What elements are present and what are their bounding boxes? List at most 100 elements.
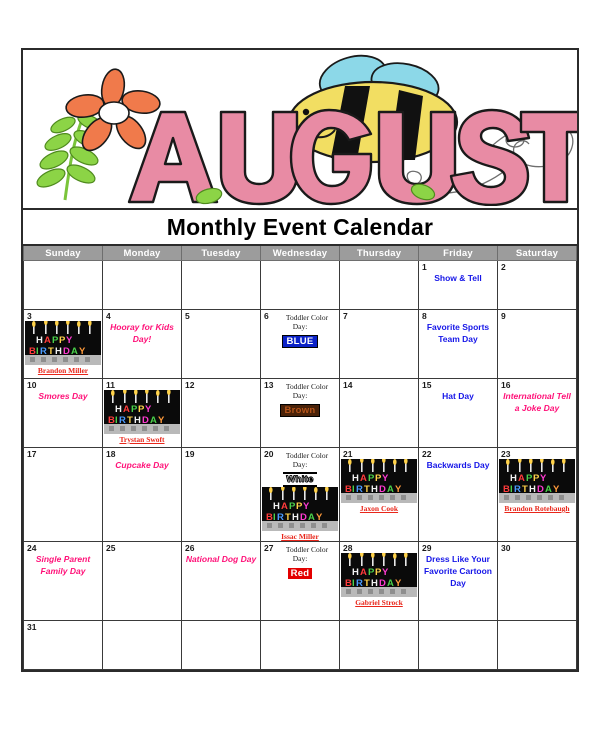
day-content bbox=[498, 310, 576, 378]
day-content bbox=[261, 621, 339, 669]
day-content bbox=[103, 621, 181, 669]
calendar-day-cell[interactable]: 2 bbox=[497, 260, 577, 310]
day-number: 12 bbox=[185, 380, 195, 390]
birthday-cake-icon: H A P P Y B I R T H D A Y bbox=[341, 553, 417, 597]
svg-text:A: A bbox=[360, 473, 367, 484]
calendar-day-cell[interactable]: 30 bbox=[497, 541, 577, 621]
svg-text:P: P bbox=[375, 567, 382, 578]
calendar-day-cell[interactable]: 1 Show & Tell bbox=[418, 260, 498, 310]
day-number: 23 bbox=[501, 449, 511, 459]
calendar-day-cell[interactable]: 11 H A P P Y B I R T H D A Y Trystan Swo… bbox=[102, 378, 182, 448]
svg-text:P: P bbox=[533, 473, 540, 484]
svg-text:P: P bbox=[375, 473, 382, 484]
svg-text:H: H bbox=[273, 501, 280, 512]
calendar-empty-cell bbox=[102, 620, 182, 670]
weekday-header-wednesday: Wednesday bbox=[260, 246, 340, 261]
weekday-header-thursday: Thursday bbox=[339, 246, 419, 261]
calendar-day-cell[interactable]: 15 Hat Day bbox=[418, 378, 498, 448]
svg-text:P: P bbox=[289, 501, 296, 512]
calendar-day-cell[interactable]: 7 bbox=[339, 309, 419, 379]
calendar-container: Monthly Event Calendar Sunday Monday Tue… bbox=[21, 48, 579, 672]
event-label: Favorite Sports Team Day bbox=[426, 322, 490, 344]
calendar-day-cell[interactable]: 8 Favorite Sports Team Day bbox=[418, 309, 498, 379]
svg-text:H: H bbox=[115, 404, 122, 415]
day-number: 25 bbox=[106, 543, 116, 553]
day-number: 26 bbox=[185, 543, 195, 553]
calendar-day-cell[interactable]: 20 Toddler Color Day: White H A P P Y B … bbox=[260, 447, 340, 542]
birthday-entry: H A P P Y B I R T H D A Y Trystan Swoft bbox=[104, 390, 180, 444]
event-label: International Tell a Joke Day bbox=[503, 391, 571, 413]
calendar-day-cell[interactable]: 27 Toddler Color Day: Red bbox=[260, 541, 340, 621]
calendar-day-cell[interactable]: 21 H A P P Y B I R T H D A Y Jaxon Cook bbox=[339, 447, 419, 542]
svg-text:P: P bbox=[52, 335, 59, 346]
calendar-day-cell[interactable]: 17 bbox=[23, 447, 103, 542]
calendar-day-cell[interactable]: 22 Backwards Day bbox=[418, 447, 498, 542]
calendar-day-cell[interactable]: 4 Hooray for Kids Day! bbox=[102, 309, 182, 379]
calendar-empty-cell bbox=[181, 620, 261, 670]
calendar-day-cell[interactable]: 26 National Dog Day bbox=[181, 541, 261, 621]
day-number: 18 bbox=[106, 449, 116, 459]
day-content: H A P P Y B I R T H D A Y Brandon Miller bbox=[24, 310, 102, 378]
calendar-day-cell[interactable]: 31 bbox=[23, 620, 103, 670]
svg-text:P: P bbox=[296, 501, 303, 512]
svg-text:A: A bbox=[281, 501, 288, 512]
calendar-empty-cell bbox=[102, 260, 182, 310]
birthday-entry: H A P P Y B I R T H D A Y Brandon Miller bbox=[25, 321, 101, 375]
svg-text:P: P bbox=[59, 335, 66, 346]
svg-text:H: H bbox=[36, 335, 43, 346]
calendar-title: Monthly Event Calendar bbox=[23, 210, 577, 246]
calendar-day-cell[interactable]: 3 H A P P Y B I R T H D A Y Brandon Mill… bbox=[23, 309, 103, 379]
calendar-day-cell[interactable]: 14 bbox=[339, 378, 419, 448]
day-number: 2 bbox=[501, 262, 506, 272]
day-number: 15 bbox=[422, 380, 432, 390]
day-content: Single Parent Family Day bbox=[24, 542, 102, 620]
birthday-name: Jaxon Cook bbox=[359, 504, 399, 513]
day-number: 9 bbox=[501, 311, 506, 321]
day-content: H A P P Y B I R T H D A Y Jaxon Cook bbox=[340, 448, 418, 541]
day-content bbox=[340, 621, 418, 669]
svg-text:H: H bbox=[352, 473, 359, 484]
calendar-day-cell[interactable]: 25 bbox=[102, 541, 182, 621]
calendar-day-cell[interactable]: 18 Cupcake Day bbox=[102, 447, 182, 542]
day-content bbox=[182, 621, 260, 669]
calendar-day-cell[interactable]: 13 Toddler Color Day: Brown bbox=[260, 378, 340, 448]
svg-text:H: H bbox=[352, 567, 359, 578]
calendar-day-cell[interactable]: 5 bbox=[181, 309, 261, 379]
day-content bbox=[498, 542, 576, 620]
day-number: 6 bbox=[264, 311, 269, 321]
calendar-day-cell[interactable]: 28 H A P P Y B I R T H D A Y Gabriel Str… bbox=[339, 541, 419, 621]
event-label: Hooray for Kids Day! bbox=[110, 322, 174, 344]
day-content: Toddler Color Day: BLUE bbox=[261, 310, 339, 378]
calendar-day-cell[interactable]: 23 H A P P Y B I R T H D A Y Brandon Rot… bbox=[497, 447, 577, 542]
calendar-empty-cell bbox=[418, 620, 498, 670]
calendar-page: Monthly Event Calendar Sunday Monday Tue… bbox=[0, 0, 600, 730]
day-content bbox=[103, 542, 181, 620]
day-number: 31 bbox=[27, 622, 37, 632]
birthday-cake-icon: H A P P Y B I R T H D A Y bbox=[25, 321, 101, 365]
calendar-day-cell[interactable]: 9 bbox=[497, 309, 577, 379]
calendar-day-cell[interactable]: 29 Dress Like Your Favorite Cartoon Day bbox=[418, 541, 498, 621]
calendar-day-cell[interactable]: 10 Smores Day bbox=[23, 378, 103, 448]
calendar-day-cell[interactable]: 24 Single Parent Family Day bbox=[23, 541, 103, 621]
day-content bbox=[340, 310, 418, 378]
day-number: 16 bbox=[501, 380, 511, 390]
calendar-day-cell[interactable]: 19 bbox=[181, 447, 261, 542]
calendar-empty-cell bbox=[23, 260, 103, 310]
day-content bbox=[419, 621, 497, 669]
month-title-art bbox=[127, 108, 577, 206]
calendar-day-cell[interactable]: 16 International Tell a Joke Day bbox=[497, 378, 577, 448]
calendar-day-cell[interactable]: 12 bbox=[181, 378, 261, 448]
day-content: H A P P Y B I R T H D A Y Brandon Roteba… bbox=[498, 448, 576, 541]
day-content bbox=[182, 310, 260, 378]
weekday-header-sunday: Sunday bbox=[23, 246, 103, 261]
day-number: 28 bbox=[343, 543, 353, 553]
calendar-day-cell[interactable]: 6 Toddler Color Day: BLUE bbox=[260, 309, 340, 379]
day-number: 8 bbox=[422, 311, 427, 321]
calendar-empty-cell bbox=[497, 620, 577, 670]
calendar-empty-cell bbox=[260, 260, 340, 310]
birthday-entry: H A P P Y B I R T H D A Y Jaxon Cook bbox=[341, 459, 417, 513]
event-label: Hat Day bbox=[442, 391, 474, 401]
birthday-cake-icon: H A P P Y B I R T H D A Y bbox=[104, 390, 180, 434]
calendar-week-row: 31 bbox=[23, 620, 577, 670]
calendar-grid: Sunday Monday Tuesday Wednesday Thursday… bbox=[23, 246, 577, 670]
